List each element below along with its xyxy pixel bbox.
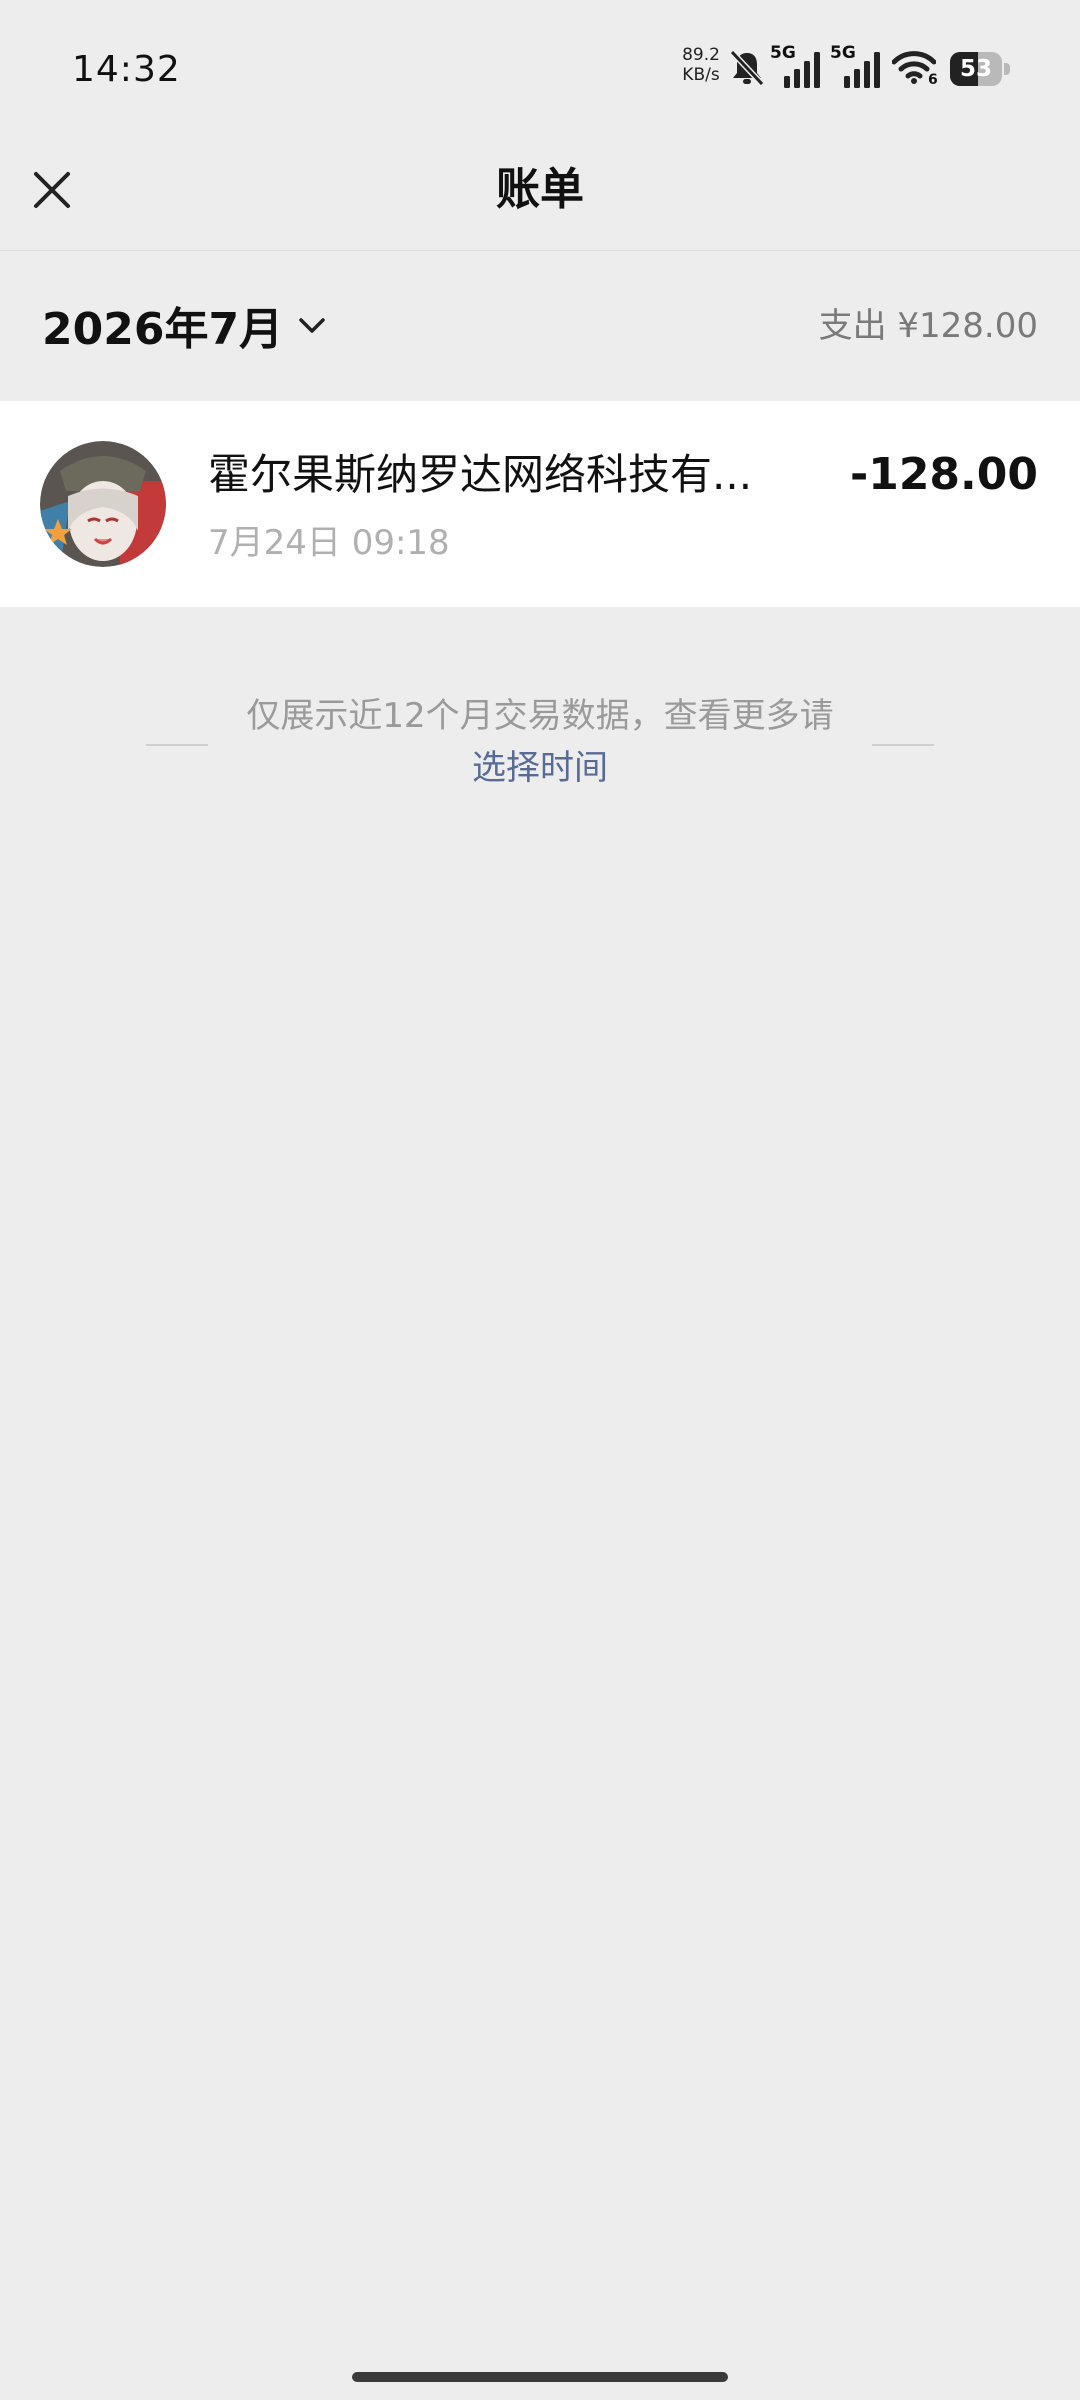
network-speed: 89.2 KB/s bbox=[680, 45, 722, 85]
close-button[interactable] bbox=[20, 158, 84, 222]
bell-muted-icon bbox=[729, 49, 765, 87]
nav-bar: 账单 bbox=[0, 130, 1080, 251]
transaction-list: 霍尔果斯纳罗达网络科技有... 7月24日 09:18 -128.00 bbox=[0, 401, 1080, 607]
wifi-icon: 6 bbox=[891, 50, 942, 90]
select-time-link[interactable]: 选择时间 bbox=[0, 742, 1080, 794]
transaction-row[interactable]: 霍尔果斯纳罗达网络科技有... 7月24日 09:18 -128.00 bbox=[0, 401, 1080, 607]
page-title: 账单 bbox=[496, 164, 584, 215]
expense-summary: 支出 ¥128.00 bbox=[818, 306, 1038, 346]
signal-icon: 5G bbox=[770, 44, 822, 88]
transaction-time: 7月24日 09:18 bbox=[208, 523, 450, 563]
status-bar: 14:32 89.2 KB/s 5G 5G 6 53 bbox=[0, 0, 1080, 130]
merchant-avatar bbox=[40, 441, 166, 567]
chevron-down-icon[interactable] bbox=[297, 310, 327, 340]
notice-text: 仅展示近12个月交易数据，查看更多请 bbox=[246, 696, 834, 736]
battery-level: 53 bbox=[959, 56, 992, 82]
transaction-amount: -128.00 bbox=[849, 449, 1038, 500]
network-speed-unit: KB/s bbox=[682, 65, 720, 85]
home-indicator[interactable] bbox=[352, 2372, 728, 2382]
month-picker[interactable]: 2026年7月 bbox=[42, 295, 327, 355]
transaction-merchant: 霍尔果斯纳罗达网络科技有... bbox=[208, 450, 753, 499]
wifi-label: 6 bbox=[928, 72, 938, 88]
history-notice: 仅展示近12个月交易数据，查看更多请 选择时间 bbox=[0, 690, 1080, 800]
month-label[interactable]: 2026年7月 bbox=[42, 293, 283, 357]
signal-icon: 5G bbox=[830, 44, 882, 88]
close-icon[interactable] bbox=[20, 158, 84, 222]
battery-icon: 53 bbox=[950, 52, 1010, 86]
month-header: 2026年7月 支出 ¥128.00 bbox=[0, 251, 1080, 401]
network-speed-value: 89.2 bbox=[682, 45, 720, 65]
bill-screen: 14:32 89.2 KB/s 5G 5G 6 53 账单 2026年7月 支出… bbox=[0, 0, 1080, 2400]
status-time: 14:32 bbox=[72, 49, 181, 90]
